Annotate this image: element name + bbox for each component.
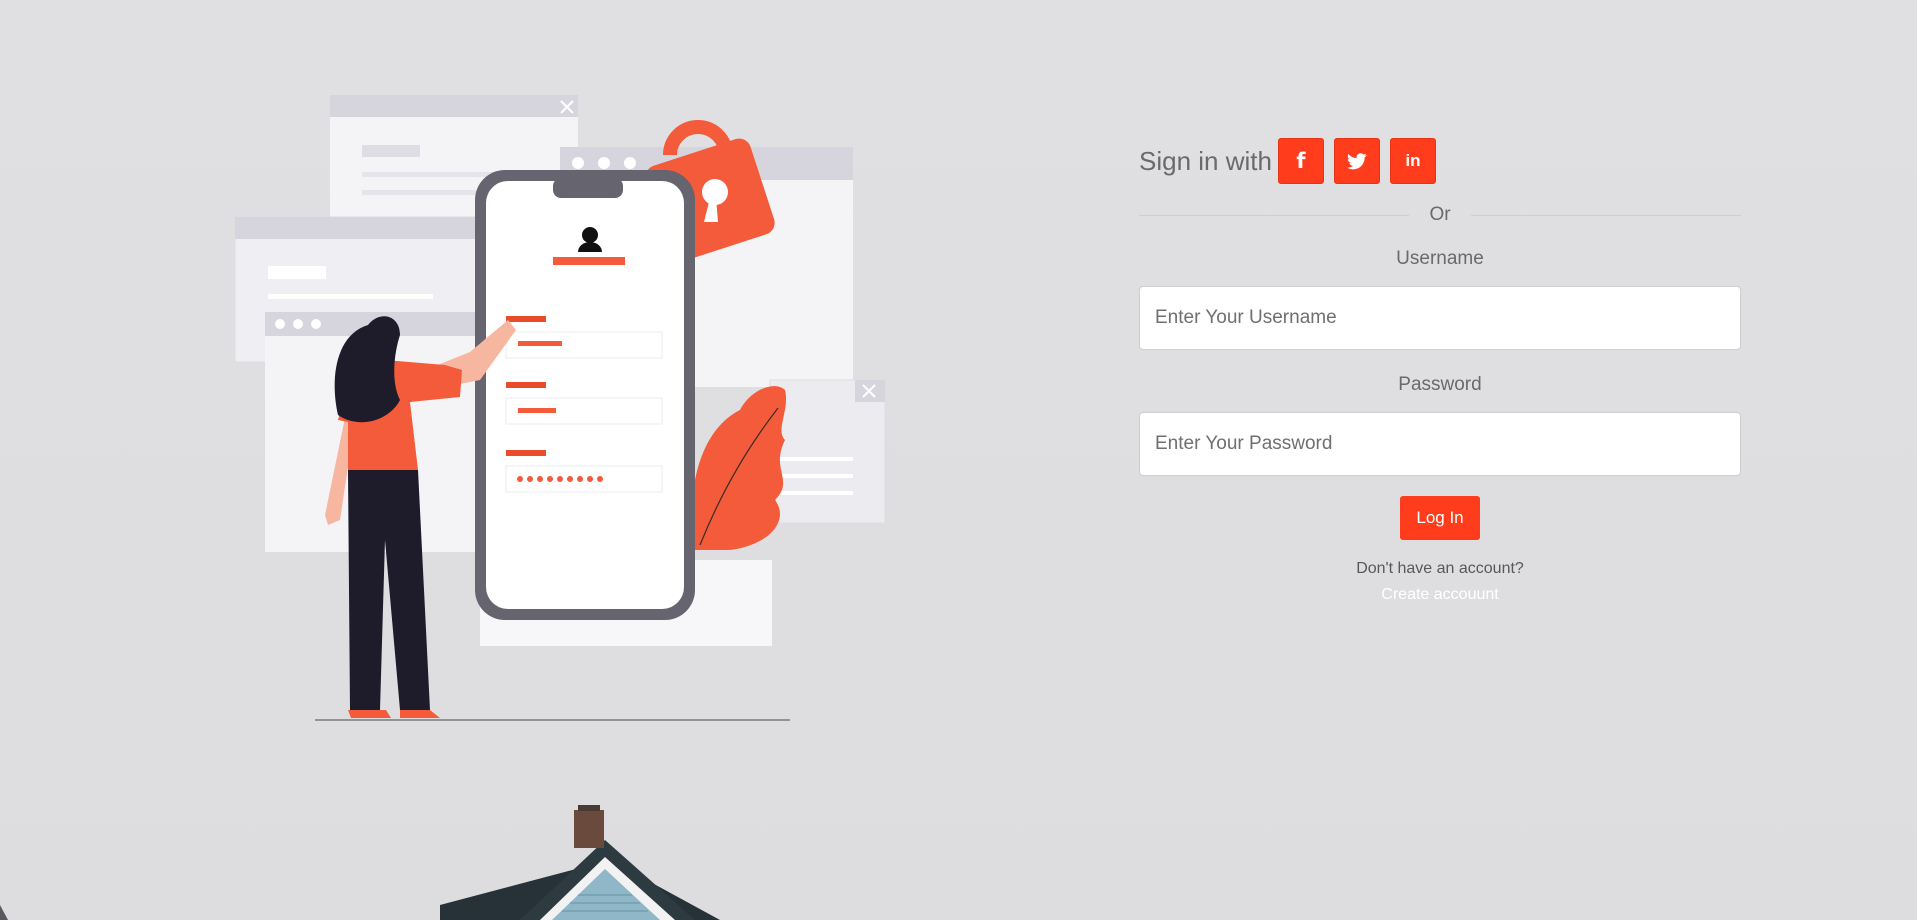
login-button[interactable]: Log In <box>1400 496 1480 540</box>
account-prompt: Don't have an account? <box>1356 560 1524 577</box>
password-label: Password <box>1398 374 1482 395</box>
facebook-icon: f <box>1296 149 1306 173</box>
facebook-button[interactable]: f <box>1277 138 1324 184</box>
twitter-icon <box>1346 152 1367 169</box>
signin-row: Sign in with f in <box>1139 138 1741 184</box>
signin-label: Sign in with <box>1139 145 1272 176</box>
password-input[interactable] <box>1139 412 1741 476</box>
window-graphic <box>769 379 886 524</box>
login-panel: Sign in with f in Or Username Password L… <box>1139 138 1741 604</box>
twitter-button[interactable] <box>1333 138 1380 184</box>
or-divider: Or <box>1139 196 1741 236</box>
linkedin-button[interactable]: in <box>1389 138 1436 184</box>
username-label: Username <box>1396 248 1484 269</box>
linkedin-icon: in <box>1405 151 1421 170</box>
phone-graphic <box>475 170 695 620</box>
leaf-graphic <box>692 386 787 550</box>
divider-line <box>1471 215 1741 216</box>
login-illustration <box>234 95 886 721</box>
username-input[interactable] <box>1139 286 1741 350</box>
house-roof-image <box>0 805 720 920</box>
create-account-link[interactable]: Create accouunt <box>1139 586 1741 604</box>
